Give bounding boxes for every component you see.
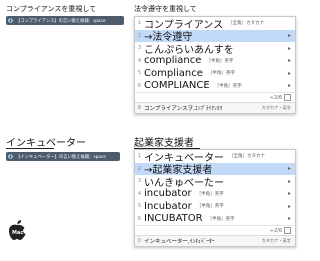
candidate-text: COMPLIANCE [144,80,210,92]
candidate-number: 4 [137,57,142,64]
expand-icon[interactable] [284,227,291,234]
candidate-text: いんきゅべーたー [144,177,224,189]
chevron-right-icon[interactable]: ▸ [288,165,291,172]
site-logo: Mac [6,218,28,248]
candidate-annotation: ［半角］英字 [214,83,242,89]
candidate-annotation: ［半角］英字 [196,191,224,197]
chevron-right-icon[interactable]: ▸ [288,203,291,210]
chevron-right-icon[interactable]: ▸ [288,70,291,77]
candidate-annotation: ［全角］カタカナ [228,21,265,27]
bottom-heading-right: 起業家支援者 [134,138,194,149]
top-bottom-num: 8 [137,105,142,111]
candidate-text: incubator [144,188,192,200]
candidate-number: 4 [137,190,142,197]
candidate-row[interactable]: 3 こんぷらいあんすを ▸ [135,42,295,56]
top-tooltip-text: 【コンプライアンス】の言い換え候補：space [16,18,106,24]
top-bottom-text: コンプライアンスヲ,ｺﾝﾌﾟﾗｲｱﾝｽｦ [144,106,223,112]
candidate-row[interactable]: 4 compliance ［半角］英字 ▸ [135,55,295,68]
top-candidate-count: ÷ 2/6 [135,92,295,102]
bottom-bottom-row[interactable]: 0 インキュベーター,ｲﾝｷｭﾍﾞｰﾀｰ カタカナ・英字 [135,235,295,246]
candidate-text: INCUBATOR [144,213,203,225]
info-icon: i [8,154,13,159]
candidate-number: 3 [137,178,142,185]
candidate-text: こんぷらいあんすを [144,44,234,56]
top-heading-left: コンプライアンスを重視して [6,5,97,13]
bottom-heading-left: インキュベーター [6,138,86,149]
candidate-text: compliance [144,55,202,67]
candidate-row[interactable]: 6 COMPLIANCE ［半角］英字 ▸ [135,80,295,93]
top-count-text: 2/6 [273,94,282,101]
top-tooltip: i 【コンプライアンス】の言い換え候補：space [6,16,124,25]
candidate-text: Incubator [144,200,192,212]
candidate-row[interactable]: 5 Incubator ［半角］英字 ▸ [135,200,295,213]
bottom-count-text: 2/6 [273,227,282,234]
candidate-number: 2 [137,165,142,172]
candidate-number: 6 [137,215,142,222]
candidate-annotation: ［半角］英字 [207,216,235,222]
chevron-right-icon[interactable]: ▸ [288,215,291,222]
expand-icon[interactable] [284,94,291,101]
bottom-tooltip-text: 【インキュベーター】の言い換え候補：space [16,154,106,160]
chevron-right-icon[interactable]: ▸ [288,190,291,197]
chevron-right-icon[interactable]: ▸ [288,45,291,52]
logo-text: Mac [12,230,24,236]
top-heading-right: 法令遵守を重視して [134,5,197,13]
top-bottom-annotation: カタカナ・英字 [261,105,291,110]
bottom-heading-underline [6,148,54,149]
bottom-candidate-count: ÷ 2/6 [135,225,295,235]
top-bottom-row[interactable]: 8 コンプライアンスヲ,ｺﾝﾌﾟﾗｲｱﾝｽｦ カタカナ・英字 [135,102,295,113]
candidate-row[interactable]: 3 いんきゅべーたー ▸ [135,175,295,189]
candidate-number: 5 [137,70,142,77]
info-icon: i [8,18,13,23]
candidate-number: 3 [137,45,142,52]
candidate-number: 1 [137,153,142,160]
candidate-number: 2 [137,32,142,39]
bottom-tooltip: i 【インキュベーター】の言い換え候補：space [6,152,120,161]
candidate-number: 1 [137,20,142,27]
candidate-text: Compliance [144,67,203,79]
bottom-candidate-window: 1 インキュベーター ［全角］カタカナ 2 →起業家支援者 ▸ 3 いんきゅべーたー ▸ 4 inc… [134,149,296,247]
candidate-row[interactable]: 4 incubator ［半角］英字 ▸ [135,188,295,201]
candidate-row[interactable]: 6 INCUBATOR ［半角］英字 ▸ [135,213,295,226]
chevron-right-icon[interactable]: ▸ [288,82,291,89]
top-candidate-window: 1 コンプライアンス ［全角］カタカナ 2 →法令遵守 ▸ 3 こんぷらいあんすを ▸ 4 comp… [134,16,296,114]
bottom-bottom-num: 0 [137,238,142,244]
candidate-number: 6 [137,82,142,89]
bottom-bottom-annotation: カタカナ・英字 [261,238,291,243]
chevron-right-icon[interactable]: ▸ [288,178,291,185]
candidate-annotation: ［半角］英字 [206,58,234,64]
candidate-row[interactable]: 5 Compliance ［半角］英字 ▸ [135,67,295,80]
candidate-annotation: ［半角］英字 [196,204,224,210]
candidate-annotation: ［半角］英字 [207,71,235,77]
chevron-right-icon[interactable]: ▸ [288,32,291,39]
bottom-bottom-text: インキュベーター,ｲﾝｷｭﾍﾞｰﾀｰ [144,239,215,245]
chevron-right-icon[interactable]: ▸ [288,57,291,64]
candidate-number: 5 [137,203,142,210]
candidate-annotation: ［全角］カタカナ [229,154,265,160]
